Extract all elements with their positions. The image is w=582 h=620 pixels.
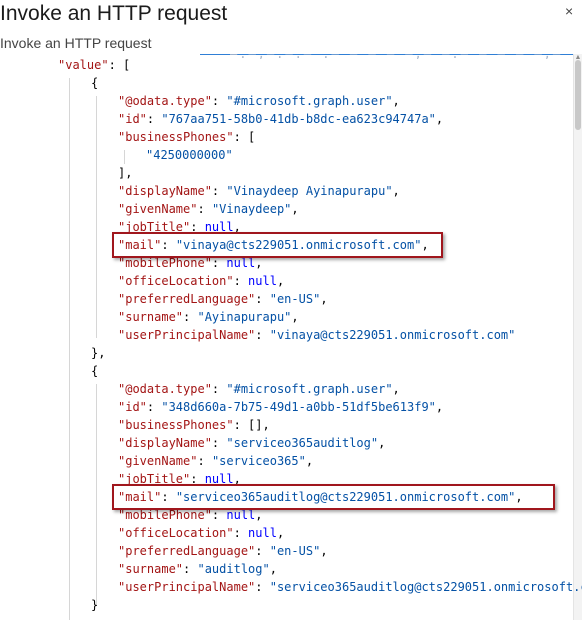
code-line-surname: "surname": "Ayinapurapu", xyxy=(118,310,299,324)
vertical-scrollbar[interactable]: ▲ xyxy=(573,54,582,620)
code-line-preferred-language: "preferredLanguage": "en-US", xyxy=(118,292,328,306)
code-line-given-name: "givenName": "Vinaydeep", xyxy=(118,202,299,216)
code-line-brace-close: } xyxy=(91,598,99,612)
code-line-phone: "4250000000" xyxy=(146,148,233,162)
code-line-upn: "userPrincipalName": "vinaya@cts229051.o… xyxy=(118,328,516,342)
code-line-id: "id": "348d660a-7b75-49d1-a0bb-51df5be61… xyxy=(118,400,444,414)
code-line-surname: "surname": "auditlog", xyxy=(118,562,277,576)
code-line-display-name: "displayName": "serviceo365auditlog", xyxy=(118,436,386,450)
code-line-mail: "mail": "serviceo365auditlog@cts229051.o… xyxy=(118,490,523,504)
code-line-odata-type: "@odata.type": "#microsoft.graph.user", xyxy=(118,94,400,108)
action-subtitle: Invoke an HTTP request xyxy=(0,35,152,51)
code-line-given-name: "givenName": "serviceo365", xyxy=(118,454,314,468)
code-line-value-open: "value": [ xyxy=(58,58,131,72)
indent-guide xyxy=(69,78,70,620)
code-line-business-phones: "businessPhones": [], xyxy=(118,418,270,432)
code-line-brace-open: { xyxy=(91,364,99,378)
code-line-mobile-phone: "mobilePhone": null, xyxy=(118,508,263,522)
scroll-thumb[interactable] xyxy=(575,60,581,130)
code-line-brace-close: }, xyxy=(91,346,106,360)
page-title: Invoke an HTTP request xyxy=(0,2,228,25)
code-line-display-name: "displayName": "Vinaydeep Ayinapurapu", xyxy=(118,184,400,198)
code-line-id: "id": "767aa751-58b0-41db-b8dc-ea623c947… xyxy=(118,112,444,126)
indent-guide xyxy=(96,96,97,338)
code-line-job-title: "jobTitle": null, xyxy=(118,472,241,486)
indent-guide xyxy=(96,384,97,606)
code-line-phones-close: ], xyxy=(118,166,133,180)
cropped-text-line: —:─,─:─:─ :─ ─ ─ ─ ─,─ ─:─ ─ ─ ─ ─,─ ─ xyxy=(230,54,570,59)
code-line-odata-type: "@odata.type": "#microsoft.graph.user", xyxy=(118,382,400,396)
indent-guide xyxy=(124,150,125,164)
code-line-preferred-language: "preferredLanguage": "en-US", xyxy=(118,544,328,558)
code-line-upn: "userPrincipalName": "serviceo365auditlo… xyxy=(118,580,582,594)
code-line-mail: "mail": "vinaya@cts229051.onmicrosoft.co… xyxy=(118,238,429,252)
code-line-brace-open: { xyxy=(91,76,99,90)
code-line-office-location: "officeLocation": null, xyxy=(118,526,285,540)
code-line-business-phones: "businessPhones": [ xyxy=(118,130,256,144)
code-line-mobile-phone: "mobilePhone": null, xyxy=(118,256,263,270)
code-line-office-location: "officeLocation": null, xyxy=(118,274,285,288)
response-body-panel[interactable]: —:─,─:─:─ :─ ─ ─ ─ ─,─ ─:─ ─ ─ ─ ─,─ ─ ▲… xyxy=(0,54,582,620)
close-icon[interactable]: × xyxy=(565,4,573,18)
code-line-job-title: "jobTitle": null, xyxy=(118,220,241,234)
